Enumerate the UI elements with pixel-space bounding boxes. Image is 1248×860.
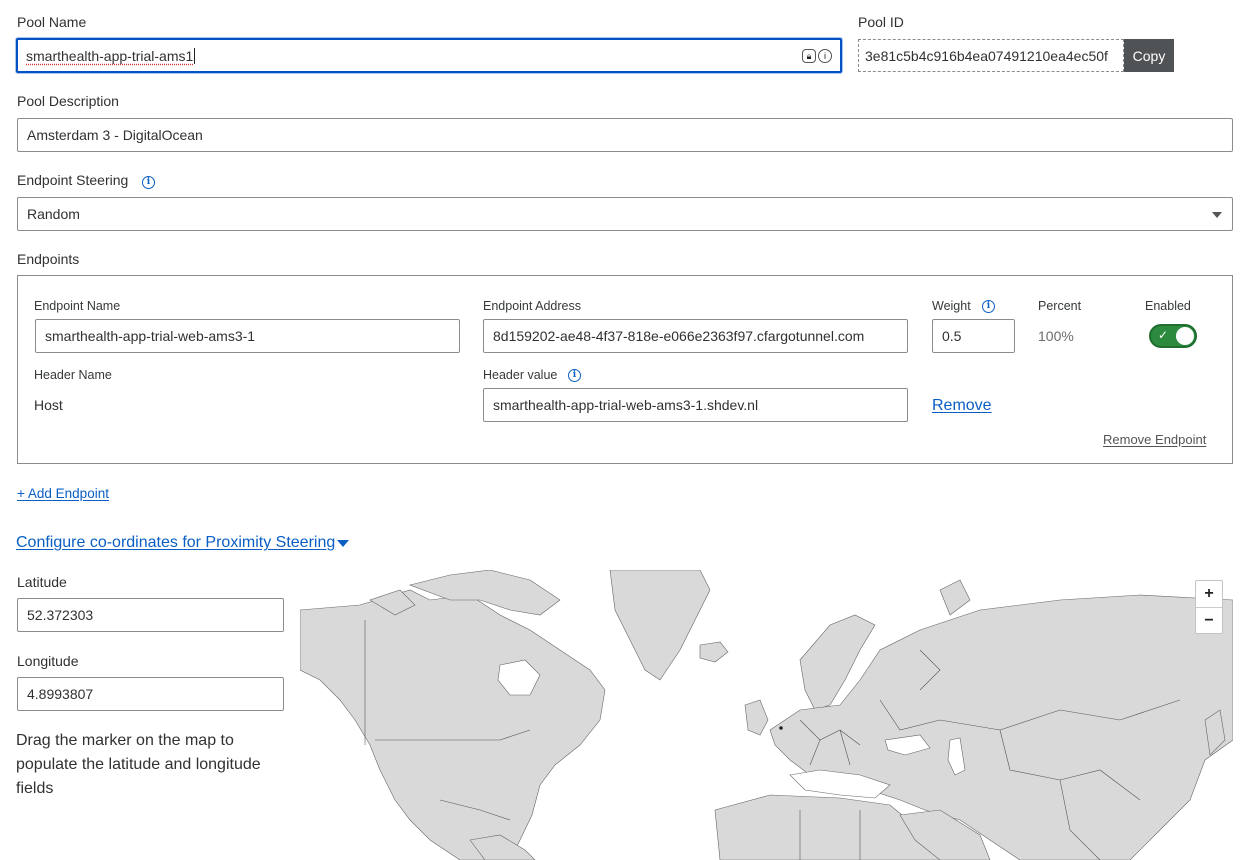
toggle-knob — [1176, 327, 1194, 345]
pool-id-value: 3e81c5b4c916b4ea07491210ea4ec50f — [865, 47, 1108, 64]
header-name-value: Host — [34, 397, 63, 413]
endpoint-name-label: Endpoint Name — [34, 299, 121, 313]
world-map[interactable] — [300, 570, 1233, 860]
landmass — [300, 570, 1233, 860]
weight-label: Weight — [932, 299, 971, 313]
pool-description-input[interactable]: Amsterdam 3 - DigitalOcean — [17, 118, 1233, 152]
info-fill-icon[interactable]: i — [818, 49, 832, 63]
text-caret — [194, 47, 196, 64]
check-icon: ✓ — [1158, 328, 1169, 342]
lock-icon[interactable]: 🔒︎ — [802, 49, 816, 63]
add-endpoint-link[interactable]: + Add Endpoint — [17, 486, 109, 501]
zoom-in-button[interactable]: + — [1196, 581, 1222, 607]
latitude-label: Latitude — [17, 574, 67, 590]
endpoint-address-label: Endpoint Address — [483, 299, 581, 313]
info-icon[interactable]: i — [568, 369, 581, 382]
endpoint-name-input[interactable]: smarthealth-app-trial-web-ams3-1 — [35, 319, 460, 353]
pool-description-label: Pool Description — [17, 93, 119, 109]
weight-input[interactable]: 0.5 — [932, 319, 1015, 353]
pool-description-value: Amsterdam 3 - DigitalOcean — [27, 127, 203, 143]
endpoint-address-value: 8d159202-ae48-4f37-818e-e066e2363f97.cfa… — [493, 328, 865, 344]
pool-name-value: smarthealth-app-trial-ams1 — [26, 47, 194, 64]
longitude-input[interactable]: 4.8993807 — [17, 677, 284, 711]
percent-value: 100% — [1038, 328, 1074, 344]
header-value-value: smarthealth-app-trial-web-ams3-1.shdev.n… — [493, 397, 759, 413]
caret-down-icon — [337, 539, 350, 547]
pool-name-label: Pool Name — [17, 14, 87, 30]
enabled-toggle[interactable]: ✓ — [1149, 324, 1197, 348]
info-icon[interactable]: i — [142, 176, 155, 189]
info-icon[interactable]: i — [982, 300, 995, 313]
chevron-down-icon — [1212, 212, 1222, 218]
zoom-out-button[interactable]: − — [1196, 608, 1222, 634]
header-value-input[interactable]: smarthealth-app-trial-web-ams3-1.shdev.n… — [483, 388, 908, 422]
password-manager-icons[interactable]: 🔒︎ i — [802, 49, 832, 63]
map-hint: Drag the marker on the map to populate t… — [16, 732, 261, 797]
weight-value: 0.5 — [942, 328, 962, 344]
zoom-controls: + − — [1195, 580, 1223, 634]
endpoint-name-value: smarthealth-app-trial-web-ams3-1 — [45, 328, 256, 344]
endpoint-steering-label: Endpoint Steering — [17, 172, 129, 188]
latitude-input[interactable]: 52.372303 — [17, 598, 284, 632]
location-marker[interactable] — [779, 726, 783, 730]
longitude-value: 4.8993807 — [27, 686, 94, 702]
pool-name-input[interactable]: smarthealth-app-trial-ams1 🔒︎ i — [16, 38, 842, 73]
endpoints-label: Endpoints — [17, 251, 80, 267]
endpoint-address-input[interactable]: 8d159202-ae48-4f37-818e-e066e2363f97.cfa… — [483, 319, 908, 353]
header-value-label: Header value — [483, 368, 558, 382]
proximity-toggle-label[interactable]: Configure co-ordinates for Proximity Ste… — [16, 534, 335, 552]
pool-id-label: Pool ID — [858, 14, 904, 30]
proximity-toggle[interactable]: Configure co-ordinates for Proximity Ste… — [16, 534, 350, 552]
header-name-label: Header Name — [34, 368, 112, 382]
copy-button[interactable]: Copy — [1124, 39, 1174, 72]
latitude-value: 52.372303 — [27, 607, 94, 623]
remove-header-link[interactable]: Remove — [932, 397, 992, 415]
remove-endpoint-link[interactable]: Remove Endpoint — [1103, 432, 1206, 447]
longitude-label: Longitude — [17, 653, 79, 669]
endpoint-steering-select[interactable]: Random — [17, 197, 1233, 231]
map-canvas[interactable] — [300, 570, 1233, 860]
enabled-label: Enabled — [1145, 299, 1191, 313]
pool-id-field: 3e81c5b4c916b4ea07491210ea4ec50f — [858, 39, 1124, 72]
endpoint-steering-value: Random — [27, 206, 80, 222]
percent-label: Percent — [1038, 299, 1082, 313]
